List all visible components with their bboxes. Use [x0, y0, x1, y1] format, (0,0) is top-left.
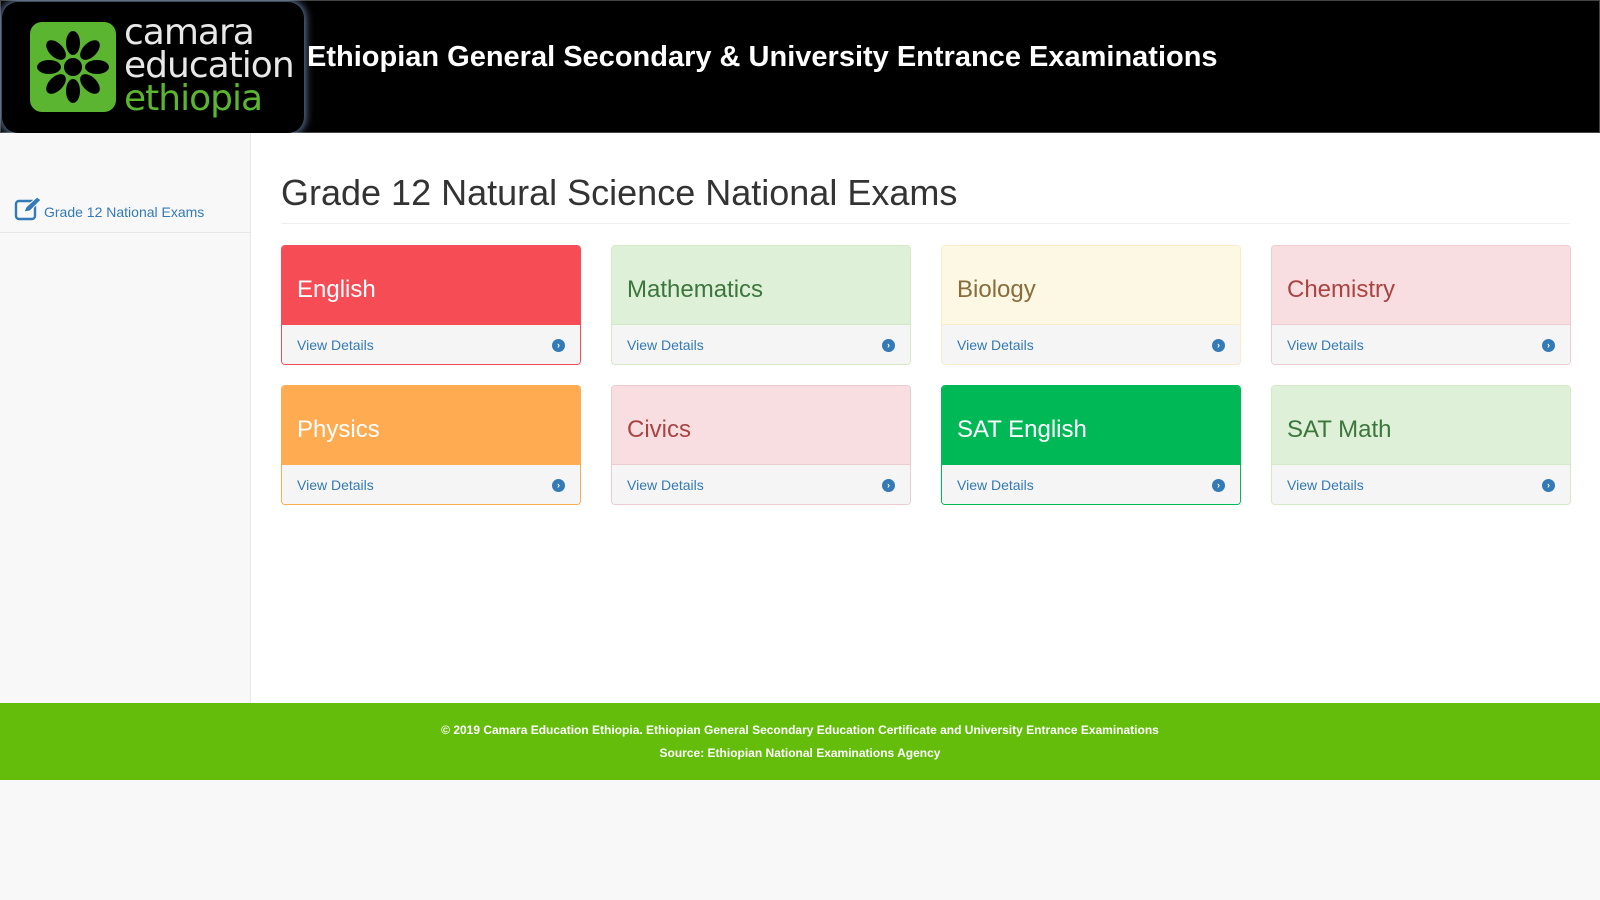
card-heading: Civics [612, 386, 910, 464]
view-details-link[interactable]: View Details › [282, 324, 580, 364]
card-heading: English [282, 246, 580, 324]
card-heading: SAT English [942, 386, 1240, 464]
card-heading: Mathematics [612, 246, 910, 324]
camara-logo[interactable]: camara education ethiopia [2, 2, 304, 133]
arrow-circle-right-icon: › [1542, 479, 1555, 492]
view-details-link[interactable]: View Details › [1272, 464, 1570, 504]
logo-wordmark: camara education ethiopia [124, 15, 295, 119]
exam-card-mathematics: Mathematics View Details › [611, 245, 911, 365]
page-title: Grade 12 Natural Science National Exams [281, 173, 1570, 224]
exam-card-biology: Biology View Details › [941, 245, 1241, 365]
footer-copyright: © 2019 Camara Education Ethiopia. Ethiop… [441, 723, 1159, 737]
sidebar: Grade 12 National Exams [0, 133, 251, 703]
exam-card-english: English View Details › [281, 245, 581, 365]
exam-card-civics: Civics View Details › [611, 385, 911, 505]
view-details-link[interactable]: View Details › [282, 464, 580, 504]
exam-card-sat-english: SAT English View Details › [941, 385, 1241, 505]
arrow-circle-right-icon: › [552, 479, 565, 492]
edit-icon [14, 196, 42, 221]
arrow-circle-right-icon: › [882, 339, 895, 352]
card-heading: Physics [282, 386, 580, 464]
view-details-label: View Details [1287, 477, 1364, 493]
view-details-label: View Details [297, 337, 374, 353]
arrow-circle-right-icon: › [1542, 339, 1555, 352]
view-details-label: View Details [297, 477, 374, 493]
footer-source: Source: Ethiopian National Examinations … [659, 746, 941, 760]
site-header: camara education ethiopia Ethiopian Gene… [0, 0, 1600, 133]
view-details-label: View Details [1287, 337, 1364, 353]
exam-card-sat-math: SAT Math View Details › [1271, 385, 1571, 505]
exam-card-physics: Physics View Details › [281, 385, 581, 505]
view-details-label: View Details [957, 477, 1034, 493]
arrow-circle-right-icon: › [552, 339, 565, 352]
view-details-link[interactable]: View Details › [942, 324, 1240, 364]
view-details-link[interactable]: View Details › [612, 464, 910, 504]
arrow-circle-right-icon: › [882, 479, 895, 492]
arrow-circle-right-icon: › [1212, 479, 1225, 492]
sidebar-item-grade12-national-exams[interactable]: Grade 12 National Exams [0, 190, 250, 233]
arrow-circle-right-icon: › [1212, 339, 1225, 352]
card-heading: Chemistry [1272, 246, 1570, 324]
site-title: Ethiopian General Secondary & University… [307, 41, 1218, 73]
card-heading: Biology [942, 246, 1240, 324]
view-details-link[interactable]: View Details › [1272, 324, 1570, 364]
site-footer: © 2019 Camara Education Ethiopia. Ethiop… [0, 703, 1600, 780]
view-details-label: View Details [627, 477, 704, 493]
exam-card-chemistry: Chemistry View Details › [1271, 245, 1571, 365]
sidebar-item-label: Grade 12 National Exams [44, 204, 205, 220]
view-details-link[interactable]: View Details › [612, 324, 910, 364]
logo-line-ethiopia: ethiopia [124, 78, 263, 119]
view-details-label: View Details [957, 337, 1034, 353]
card-heading: SAT Math [1272, 386, 1570, 464]
view-details-label: View Details [627, 337, 704, 353]
view-details-link[interactable]: View Details › [942, 464, 1240, 504]
camara-logo-mark-icon [30, 22, 116, 112]
main-content: Grade 12 Natural Science National Exams … [251, 133, 1600, 703]
